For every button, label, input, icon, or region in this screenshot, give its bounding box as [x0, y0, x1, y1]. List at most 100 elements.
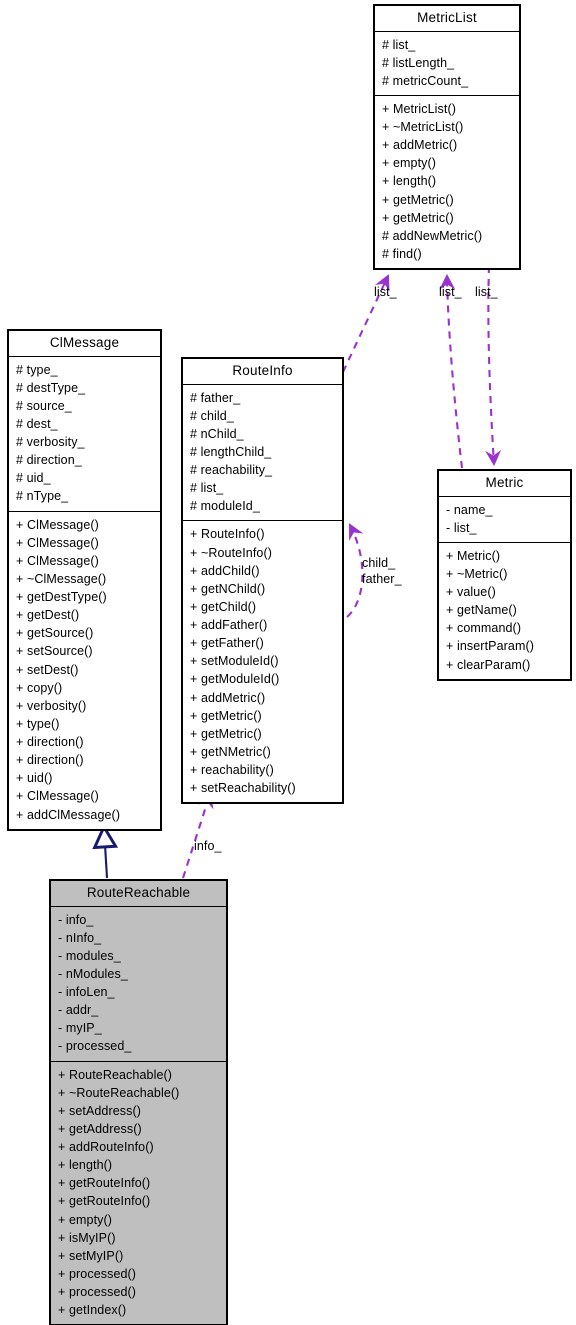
operation: + addClMessage() [16, 807, 121, 822]
attribute: - name_ [446, 502, 493, 517]
attribute: # dest_ [16, 416, 58, 431]
operation: + direction() [16, 753, 84, 768]
attribute: # lengthChild_ [190, 444, 272, 459]
operation: + empty() [382, 156, 437, 171]
edge-label-routeinfo-metriclist: list_ [374, 285, 397, 299]
operation: + addMetric() [190, 690, 266, 705]
operation: + setAddress() [58, 1103, 142, 1118]
operation: + getModuleId() [190, 672, 280, 687]
attribute: # source_ [16, 398, 72, 413]
operation: + getDest() [16, 608, 80, 623]
operation: + setModuleId() [190, 654, 279, 669]
class-box-metriclist[interactable]: MetricList # list_ # listLength_ # metri… [373, 3, 521, 271]
class-box-metric[interactable]: Metric - name_ - list_ + Metric() + ~Met… [437, 469, 572, 681]
class-operations-clmessage: + ClMessage() + ClMessage() + ClMessage(… [9, 510, 160, 829]
operation: + reachability() [190, 763, 274, 778]
attribute: - infoLen_ [58, 985, 115, 1000]
attribute: # destType_ [16, 380, 86, 395]
operation: + ~RouteInfo() [190, 545, 273, 560]
edge-routeinfo-self [346, 523, 364, 618]
attribute: # list_ [382, 37, 416, 52]
operation: + addRouteInfo() [58, 1140, 154, 1155]
operation: + RouteReachable() [58, 1067, 173, 1082]
operation: + MetricList() [382, 101, 456, 116]
operation: + getMetric() [382, 210, 454, 225]
operation: + ClMessage() [16, 535, 99, 550]
attribute: - processed_ [58, 1039, 132, 1054]
operation: + isMyIP() [58, 1230, 116, 1245]
edge-routereachable-clmessage [104, 828, 107, 879]
attribute: # uid_ [16, 471, 51, 486]
attribute: # verbosity_ [16, 435, 85, 450]
class-title-metric: Metric [485, 475, 524, 490]
operation: + length() [382, 174, 437, 189]
operation: + getDestType() [16, 590, 107, 605]
edge-label-metric-metriclist: list_ [439, 285, 462, 299]
operation: + getAddress() [58, 1121, 142, 1136]
edge-label-metriclist-metric: list_ [475, 285, 498, 299]
attribute: - list_ [446, 520, 477, 535]
edge-label-routeinfo-father: father_ [362, 572, 402, 586]
operation: + type() [16, 716, 60, 731]
attribute: - myIP_ [58, 1021, 102, 1036]
attribute: - info_ [58, 912, 94, 927]
class-operations-routereachable: + RouteReachable() + ~RouteReachable() +… [51, 1060, 226, 1325]
attribute: # father_ [190, 390, 241, 405]
operation: + processed() [58, 1285, 137, 1300]
operation: + setMyIP() [58, 1248, 124, 1263]
attribute: # moduleId_ [190, 499, 260, 514]
operation: + getSource() [16, 626, 94, 641]
operation: + command() [446, 621, 522, 636]
class-operations-metriclist: + MetricList() + ~MetricList() + addMetr… [375, 94, 519, 268]
attribute: - nModules_ [58, 966, 128, 981]
attribute: # child_ [190, 408, 234, 423]
operation: + processed() [58, 1266, 137, 1281]
class-box-clmessage[interactable]: ClMessage # type_ # destType_ # source_ … [7, 329, 162, 831]
operation: + getNMetric() [190, 744, 271, 759]
attribute: # direction_ [16, 453, 82, 468]
operation: + copy() [16, 680, 63, 695]
edge-label-routeinfo-child: child_ [362, 556, 396, 570]
class-title-metriclist: MetricList [417, 10, 477, 25]
operation: + length() [58, 1158, 113, 1173]
class-title-clmessage: ClMessage [49, 335, 120, 350]
attribute: # type_ [16, 362, 58, 377]
operation: + uid() [16, 771, 53, 786]
operation: + ClMessage() [16, 517, 99, 532]
operation: + clearParam() [446, 657, 531, 672]
operation: + Metric() [446, 548, 501, 563]
operation: + ~ClMessage() [16, 571, 107, 586]
edge-label-routereachable-routeinfo: info_ [194, 839, 222, 853]
class-box-routeinfo[interactable]: RouteInfo # father_ # child_ # nChild_ #… [181, 356, 344, 805]
operation: + getRouteInfo() [58, 1194, 151, 1209]
operation: + getNChild() [190, 581, 266, 596]
class-title-routereachable: RouteReachable [86, 885, 191, 900]
class-attributes-metric: - name_ - list_ [439, 495, 570, 542]
operation: + direction() [16, 735, 84, 750]
class-attributes-routeinfo: # father_ # child_ # nChild_ # lengthChi… [183, 383, 342, 521]
operation: + setDest() [16, 662, 79, 677]
class-operations-routeinfo: + RouteInfo() + ~RouteInfo() + addChild(… [183, 520, 342, 802]
operation: + setSource() [16, 644, 93, 659]
class-title-routeinfo: RouteInfo [232, 363, 293, 378]
operation: + empty() [58, 1212, 113, 1227]
operation: + setReachability() [190, 781, 296, 796]
attribute: # metricCount_ [382, 73, 469, 88]
diagram-canvas: list_ list_ list_ child_ father_ info_ M… [0, 0, 576, 1325]
operation: + ~MetricList() [382, 120, 464, 135]
edge-metric-metriclist [439, 273, 464, 469]
operation: + ClMessage() [16, 789, 99, 804]
attribute: - nInfo_ [58, 930, 102, 945]
attribute: # nChild_ [190, 426, 244, 441]
operation: + ~RouteReachable() [58, 1085, 180, 1100]
operation: + getName() [446, 603, 517, 618]
attribute: # reachability_ [190, 463, 273, 478]
operation: # find() [382, 246, 422, 261]
attribute: # list_ [190, 481, 224, 496]
operation: + getFather() [190, 636, 264, 651]
attribute: # nType_ [16, 489, 69, 504]
operation: + getRouteInfo() [58, 1176, 151, 1191]
class-box-routereachable[interactable]: RouteReachable - info_ - nInfo_ - module… [49, 878, 228, 1325]
operation: + getMetric() [190, 726, 262, 741]
operation: + verbosity() [16, 698, 87, 713]
